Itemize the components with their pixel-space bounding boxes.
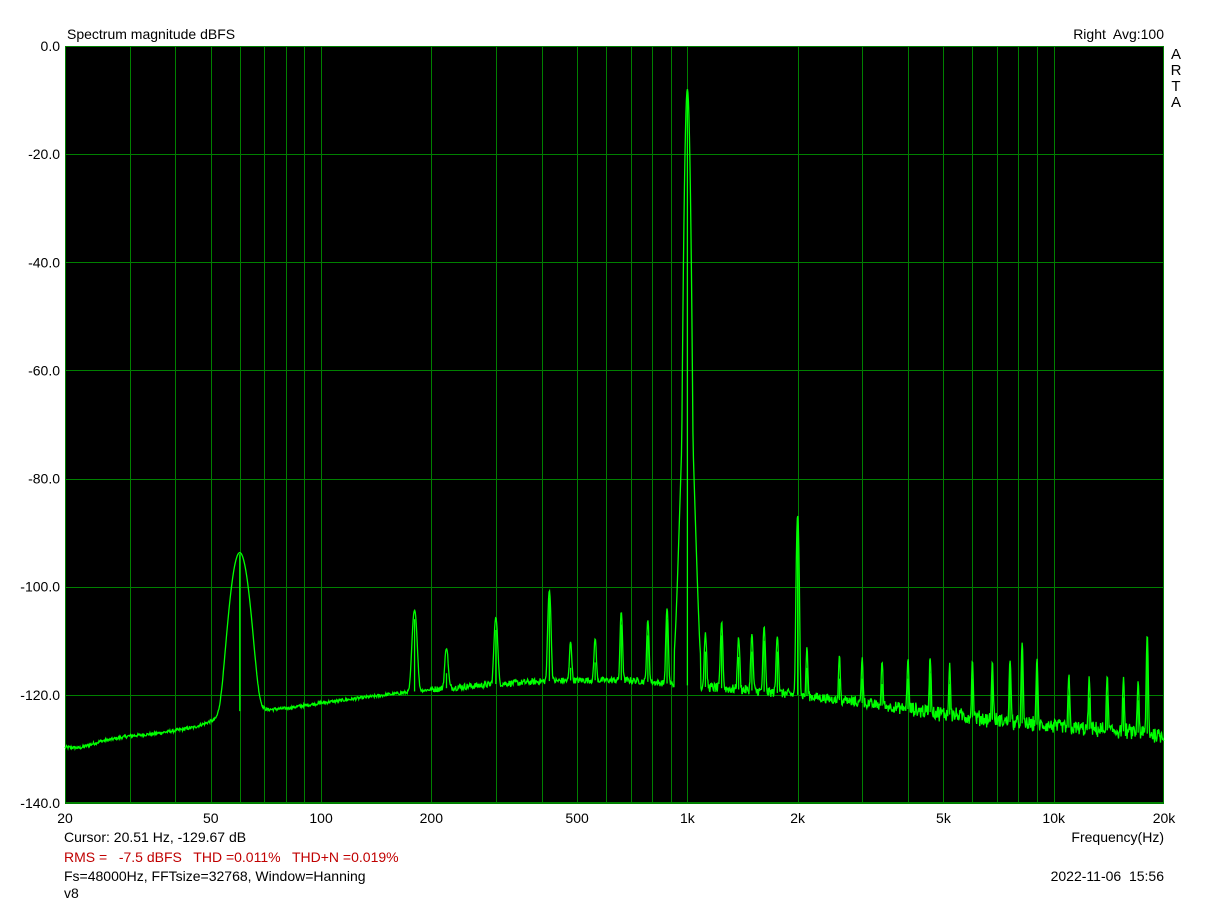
x-tick-label: 10k xyxy=(1042,810,1066,826)
plot-area xyxy=(65,46,1164,803)
analysis-settings: Fs=48000Hz, FFTsize=32768, Window=Hannin… xyxy=(64,868,366,884)
x-tick-label: 20 xyxy=(57,810,73,826)
measurement-readout: RMS = -7.5 dBFS THD =0.011% THD+N =0.019… xyxy=(64,849,399,865)
cursor-readout: Cursor: 20.51 Hz, -129.67 dB xyxy=(64,829,247,845)
x-tick-label: 2k xyxy=(790,810,806,826)
y-tick-label: -80.0 xyxy=(28,471,60,487)
timestamp: 2022-11-06 15:56 xyxy=(1050,868,1164,884)
y-tick-label: -20.0 xyxy=(28,146,60,162)
y-tick-label: -40.0 xyxy=(28,254,60,270)
x-tick-label: 200 xyxy=(420,810,444,826)
x-tick-label: 5k xyxy=(936,810,952,826)
channel-info: Right Avg:100 xyxy=(1073,26,1164,42)
spectrum-chart: 0.0 -20.0 -40.0 -60.0 -80.0 -100.0 -120.0 -140.… xyxy=(20,38,1177,826)
logo-letter: A xyxy=(1170,94,1181,111)
x-tick-label: 20k xyxy=(1153,810,1177,826)
y-tick-label: -100.0 xyxy=(20,579,60,595)
version-label: v8 xyxy=(64,885,79,901)
y-tick-label: -120.0 xyxy=(20,687,60,703)
logo-letter: R xyxy=(1170,62,1182,79)
chart-title: Spectrum magnitude dBFS xyxy=(67,26,236,42)
arta-logo: A R T A xyxy=(1169,47,1183,111)
x-tick-label: 100 xyxy=(309,810,333,826)
logo-letter: T xyxy=(1171,78,1181,95)
x-tick-label: 1k xyxy=(680,810,696,826)
y-tick-label: -60.0 xyxy=(28,362,60,378)
y-tick-label: -140.0 xyxy=(20,795,60,811)
x-tick-label: 500 xyxy=(565,810,589,826)
x-axis-label: Frequency(Hz) xyxy=(1071,829,1164,845)
x-tick-label: 50 xyxy=(203,810,219,826)
logo-letter: A xyxy=(1170,46,1181,63)
y-tick-label: 0.0 xyxy=(41,38,61,54)
